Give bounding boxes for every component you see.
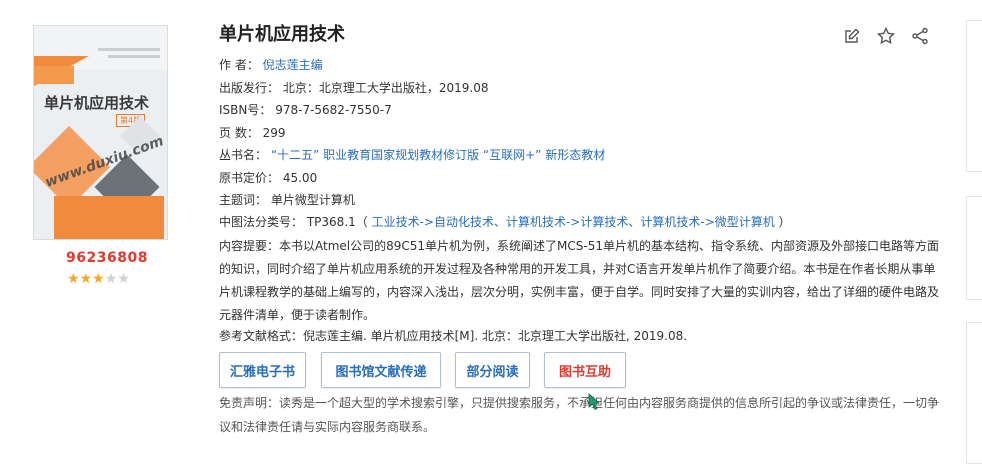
book-cover[interactable]: 单片机应用技术 第4版 www.duxiu.com xyxy=(33,25,168,240)
author-row: 作 者： 倪志莲主编 xyxy=(219,58,323,72)
action-icons xyxy=(842,26,930,46)
series-row: 丛书名： “十二五” 职业教育国家规划教材修订版 “互联网+” 新形态教材 xyxy=(219,148,606,162)
rating-stars: ★★★★★ xyxy=(67,271,130,287)
partial-read-button[interactable]: 部分阅读 xyxy=(455,352,530,388)
star-icon[interactable] xyxy=(876,26,896,46)
share-icon[interactable] xyxy=(910,26,930,46)
side-panel-middle xyxy=(966,196,982,300)
star-filled-icon: ★ xyxy=(92,271,105,287)
clc-path-link[interactable]: 工业技术->自动化技术、计算机技术->计算技术、计算机技术->微型计算机 xyxy=(372,215,775,229)
side-panel-bottom xyxy=(966,322,982,464)
star-filled-icon: ★ xyxy=(79,271,93,287)
cover-title: 单片机应用技术 xyxy=(44,94,150,112)
citation-format: 参考文献格式：倪志莲主编. 单片机应用技术[M]. 北京：北京理工大学出版社, … xyxy=(219,329,688,343)
star-empty-icon: ★ xyxy=(104,271,118,287)
book-mutual-help-button[interactable]: 图书互助 xyxy=(544,352,626,388)
author-link[interactable]: 倪志莲主编 xyxy=(263,58,323,72)
publish-row: 出版发行： 北京：北京理工大学出版社，2019.08 xyxy=(219,81,489,95)
isbn-row: ISBN号： 978-7-5682-7550-7 xyxy=(219,103,392,117)
content-summary: 内容提要：本书以Atmel公司的89C51单片机为例，系统阐述了MCS-51单片… xyxy=(219,239,940,322)
subject-row: 主题词： 单片微型计算机 xyxy=(219,193,355,207)
mouse-cursor-icon xyxy=(588,393,600,411)
star-filled-icon: ★ xyxy=(67,271,80,287)
book-id-number: 96236808 xyxy=(66,250,148,266)
ebook-button[interactable]: 汇雅电子书 xyxy=(219,352,306,388)
side-panel-top xyxy=(966,20,982,172)
pages-row: 页 数： 299 xyxy=(219,126,286,140)
document-delivery-button[interactable]: 图书馆文献传递 xyxy=(321,352,441,388)
series-link[interactable]: “十二五” 职业教育国家规划教材修订版 “互联网+” 新形态教材 xyxy=(271,148,605,162)
clc-row: 中图法分类号： TP368.1（ 工业技术->自动化技术、计算机技术->计算技术… xyxy=(219,215,791,229)
disclaimer: 免责声明：读秀是一个超大型的学术搜索引擎，只提供搜索服务，不承担任何由内容服务商… xyxy=(219,396,940,434)
star-empty-icon: ★ xyxy=(117,271,130,287)
price-row: 原书定价： 45.00 xyxy=(219,171,318,185)
edit-icon[interactable] xyxy=(842,26,862,46)
page-title: 单片机应用技术 xyxy=(219,24,345,45)
